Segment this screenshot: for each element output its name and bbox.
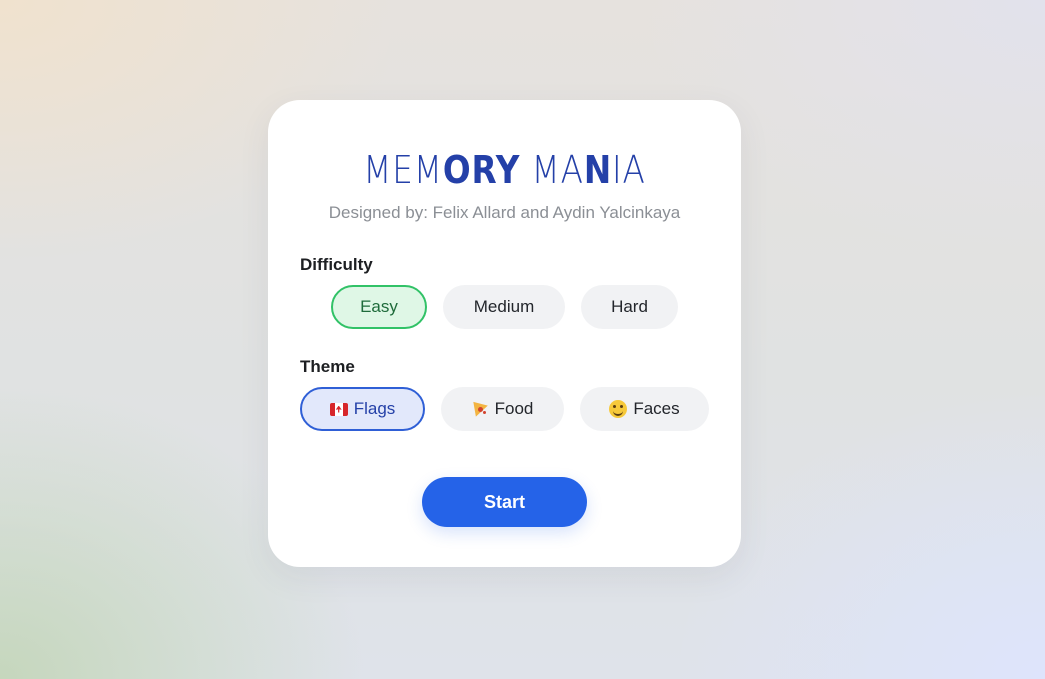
start-button[interactable]: Start — [422, 477, 587, 527]
difficulty-hard-button[interactable]: Hard — [581, 285, 678, 329]
credits-subtitle: Designed by: Felix Allard and Aydin Yalc… — [328, 203, 681, 222]
smiley-face-icon — [609, 400, 628, 418]
theme-faces-button[interactable]: Faces — [580, 387, 709, 431]
theme-food-button[interactable]: Food — [441, 387, 564, 431]
difficulty-easy-button[interactable]: Easy — [331, 285, 427, 329]
canada-flag-icon — [329, 402, 348, 416]
setup-card: MEMORY MANIA Designed by: Felix Allard a… — [268, 100, 741, 567]
difficulty-medium-button[interactable]: Medium — [443, 285, 565, 329]
game-title: MEMORY MANIA — [363, 148, 646, 192]
pizza-icon — [472, 401, 489, 418]
theme-label: Theme — [300, 357, 355, 376]
difficulty-label: Difficulty — [300, 255, 373, 274]
theme-flags-button[interactable]: Flags — [300, 387, 425, 431]
